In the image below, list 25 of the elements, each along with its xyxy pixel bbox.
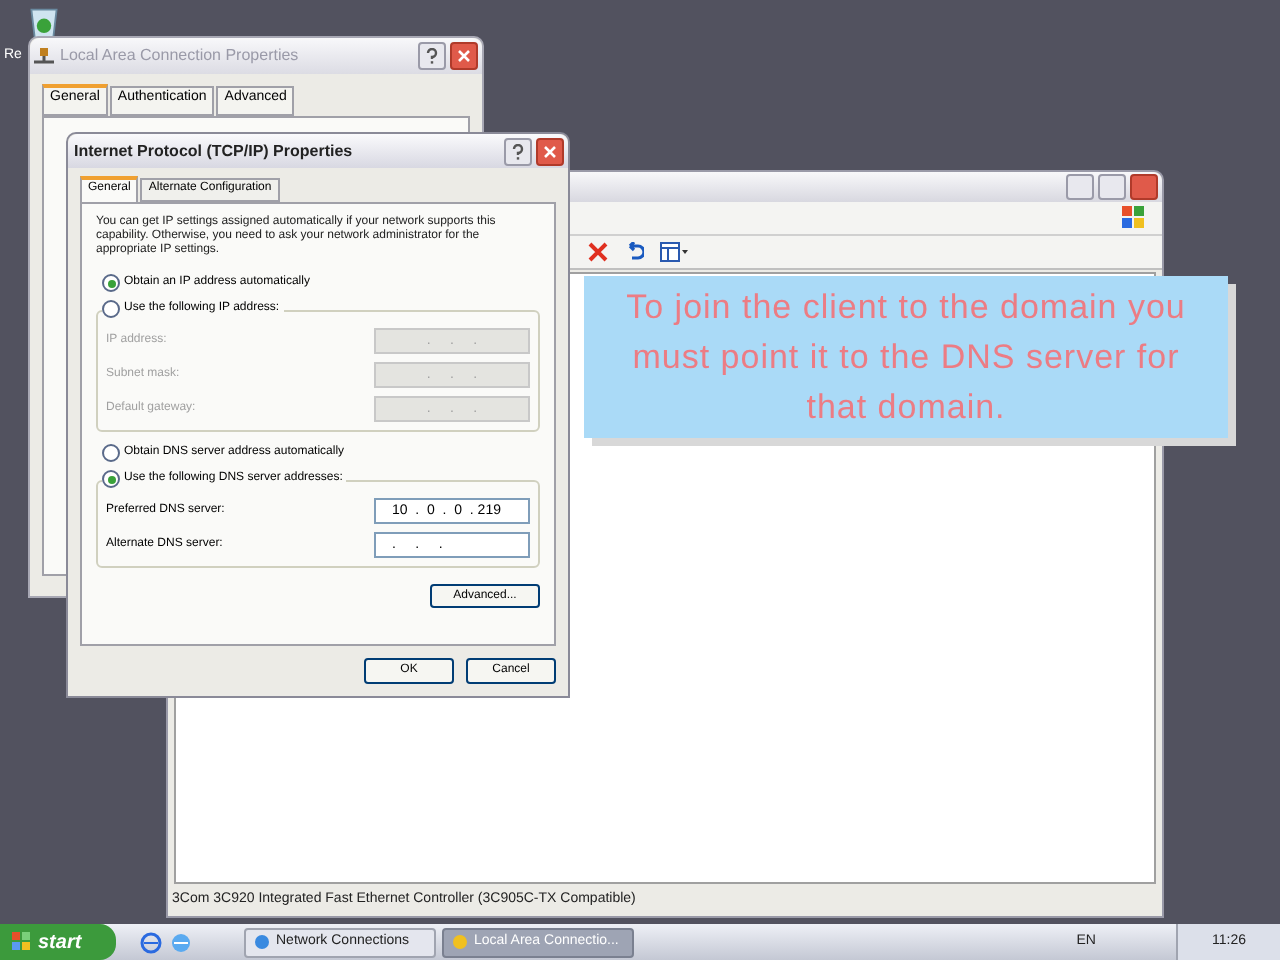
close-button[interactable] xyxy=(450,42,478,70)
radio-button[interactable] xyxy=(102,444,120,462)
undo-icon[interactable] xyxy=(624,242,644,262)
close-button[interactable] xyxy=(536,137,564,165)
browser-icon[interactable] xyxy=(140,931,162,953)
windows-logo-icon xyxy=(1122,206,1146,230)
window-title: Local Area Connection Properties xyxy=(60,44,299,68)
close-icon xyxy=(458,50,470,62)
help-button[interactable] xyxy=(504,137,532,165)
windows-logo-icon xyxy=(12,932,32,952)
network-icon xyxy=(34,47,54,65)
window-title: Internet Protocol (TCP/IP) Properties xyxy=(74,139,353,163)
close-icon xyxy=(544,145,556,157)
start-button[interactable]: start xyxy=(0,924,116,960)
help-button[interactable] xyxy=(418,42,446,70)
radio-button[interactable] xyxy=(102,274,120,292)
help-icon xyxy=(512,143,524,159)
app-icon xyxy=(254,934,270,950)
app-icon xyxy=(452,934,468,950)
help-icon xyxy=(426,48,438,64)
radio-button[interactable] xyxy=(102,300,120,318)
view-icon[interactable] xyxy=(660,242,688,262)
callout-text: To join the client to the domain you must point it to the DNS server for that domain. xyxy=(624,286,1188,430)
radio-button[interactable] xyxy=(102,470,120,488)
delete-icon[interactable] xyxy=(588,242,608,262)
